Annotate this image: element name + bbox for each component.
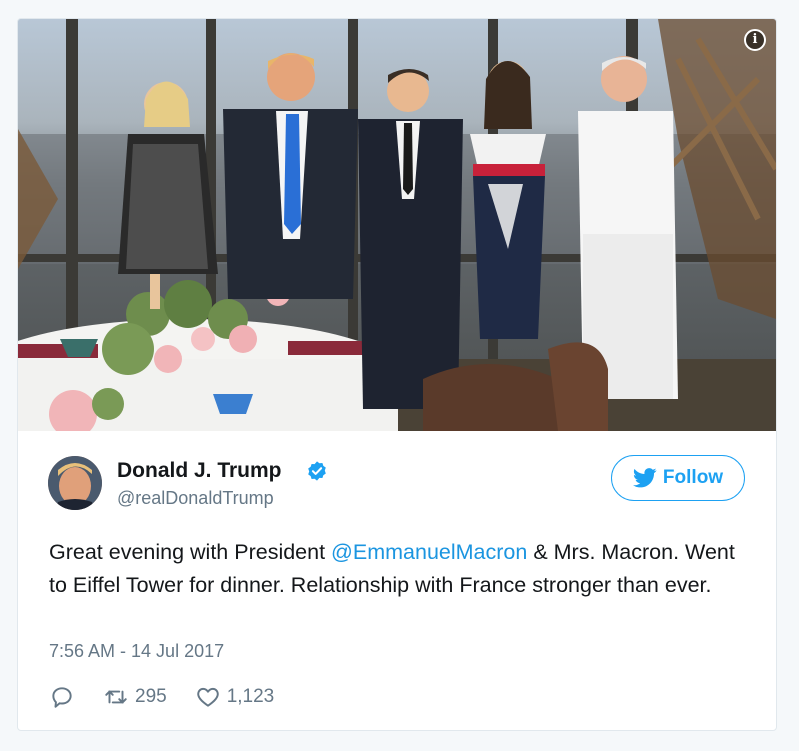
- author-name[interactable]: Donald J. Trump: [117, 459, 282, 483]
- tweet-text-part: Great evening with President: [49, 540, 332, 564]
- retweet-icon: [105, 690, 127, 704]
- retweet-button[interactable]: 295: [103, 684, 167, 710]
- tweet-text: Great evening with President @EmmanuelMa…: [49, 536, 749, 602]
- photo-illustration: [18, 19, 776, 431]
- avatar[interactable]: [48, 456, 102, 510]
- twitter-bird-icon: [632, 468, 657, 488]
- info-icon[interactable]: i: [744, 29, 766, 51]
- tweet-card: i Donald J. Trump @realDonaldTrump Follo…: [17, 18, 777, 731]
- follow-button[interactable]: Follow: [611, 455, 745, 501]
- follow-label: Follow: [662, 467, 724, 488]
- author-handle[interactable]: @realDonaldTrump: [117, 488, 274, 509]
- reply-icon: [52, 687, 72, 708]
- like-button[interactable]: 1,123: [195, 684, 275, 710]
- mention-link[interactable]: @EmmanuelMacron: [331, 540, 527, 564]
- avatar-image: [48, 456, 102, 510]
- verified-badge-icon: [308, 461, 326, 481]
- like-count: 1,123: [226, 686, 275, 707]
- tweet-timestamp[interactable]: 7:56 AM - 14 Jul 2017: [49, 641, 224, 662]
- tweet-photo[interactable]: i: [18, 19, 776, 431]
- reply-button[interactable]: [49, 684, 75, 710]
- tweet-actions: 295 1,123: [49, 682, 302, 712]
- retweet-count: 295: [135, 686, 167, 707]
- heart-icon: [196, 687, 219, 707]
